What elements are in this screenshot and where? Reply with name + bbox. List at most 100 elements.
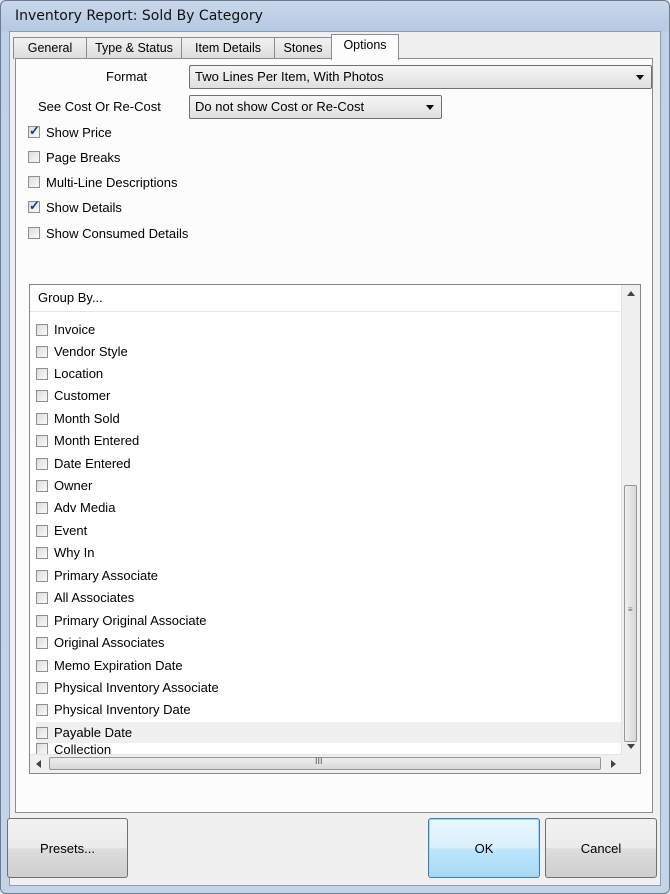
checkbox-icon[interactable] [36, 434, 48, 447]
group-by-list[interactable]: Group By... Invoice Vendor Style Locatio… [29, 284, 641, 774]
format-label: Format [106, 69, 148, 84]
checkbox-icon[interactable] [36, 524, 48, 537]
tab-item-details[interactable]: Item Details [181, 37, 275, 59]
show-consumed-details-label: Show Consumed Details [46, 225, 189, 241]
checkbox-checked-icon [28, 123, 40, 139]
list-item-all-associates[interactable]: All Associates [36, 587, 622, 608]
cancel-button[interactable]: Cancel [545, 818, 657, 878]
checkbox-icon[interactable] [36, 412, 48, 425]
list-item-physical-inventory-date[interactable]: Physical Inventory Date [36, 699, 622, 720]
list-item-owner[interactable]: Owner [36, 475, 622, 496]
checkbox-icon[interactable] [36, 681, 48, 694]
checkbox-icon[interactable] [36, 457, 48, 470]
list-item-date-entered[interactable]: Date Entered [36, 453, 622, 474]
checkbox-icon[interactable] [36, 501, 48, 514]
multi-line-descriptions-label: Multi-Line Descriptions [46, 174, 178, 190]
checkbox-icon[interactable] [36, 323, 48, 336]
list-item-adv-media[interactable]: Adv Media [36, 497, 622, 518]
checkbox-icon[interactable] [36, 569, 48, 582]
list-item-location[interactable]: Location [36, 363, 622, 384]
list-item-memo-expiration-date[interactable]: Memo Expiration Date [36, 655, 622, 676]
title-bar[interactable]: Inventory Report: Sold By Category [1, 1, 669, 31]
list-item-primary-original-associate[interactable]: Primary Original Associate [36, 610, 622, 631]
list-item-label: Month Entered [54, 433, 140, 448]
show-consumed-details-checkbox[interactable]: Show Consumed Details [28, 223, 188, 243]
list-item-label: Primary Original Associate [54, 613, 207, 628]
vertical-scroll-thumb[interactable]: ≡ [624, 485, 637, 742]
format-select[interactable]: Two Lines Per Item, With Photos [189, 65, 652, 89]
dialog-window: Inventory Report: Sold By Category Gener… [0, 0, 670, 894]
presets-button[interactable]: Presets... [7, 818, 128, 878]
list-item-label: Customer [54, 388, 111, 403]
checkbox-icon [28, 151, 40, 163]
checkbox-icon[interactable] [36, 345, 48, 358]
list-item-label: Physical Inventory Associate [54, 680, 219, 695]
page-breaks-checkbox[interactable]: Page Breaks [28, 147, 120, 167]
page-breaks-label: Page Breaks [46, 149, 121, 165]
chevron-down-icon [426, 105, 434, 110]
tab-options[interactable]: Options [331, 34, 399, 60]
list-item-vendor-style[interactable]: Vendor Style [36, 341, 622, 362]
show-details-checkbox[interactable]: Show Details [28, 197, 122, 217]
list-item-payable-date[interactable]: Payable Date [36, 722, 622, 743]
list-item-month-sold[interactable]: Month Sold [36, 408, 622, 429]
scroll-right-arrow-icon[interactable] [611, 760, 616, 768]
list-item-label: Payable Date [54, 725, 133, 740]
horizontal-scrollbar[interactable]: III [30, 754, 622, 773]
show-price-checkbox[interactable]: Show Price [28, 122, 112, 142]
list-item-label: Date Entered [54, 456, 131, 471]
list-item-label: Memo Expiration Date [54, 658, 183, 673]
scroll-up-arrow-icon[interactable] [627, 291, 635, 296]
list-item-collection[interactable]: Collection [36, 742, 622, 757]
checkbox-checked-icon [28, 198, 40, 214]
checkbox-icon[interactable] [36, 614, 48, 627]
tab-general[interactable]: General [13, 37, 87, 59]
list-item-invoice[interactable]: Invoice [36, 319, 622, 340]
tab-stones[interactable]: Stones [274, 37, 332, 59]
checkbox-icon[interactable] [36, 636, 48, 649]
list-item-why-in[interactable]: Why In [36, 542, 622, 563]
horizontal-scroll-thumb[interactable]: III [49, 756, 601, 770]
checkbox-icon[interactable] [36, 367, 48, 380]
cost-label: See Cost Or Re-Cost [38, 99, 161, 114]
checkbox-icon[interactable] [36, 389, 48, 402]
checkbox-icon[interactable] [36, 479, 48, 492]
scroll-down-arrow-icon[interactable] [627, 744, 635, 749]
scroll-left-arrow-icon[interactable] [36, 760, 41, 768]
list-item-label: Physical Inventory Date [54, 702, 191, 717]
format-select-value: Two Lines Per Item, With Photos [195, 69, 384, 84]
multi-line-descriptions-checkbox[interactable]: Multi-Line Descriptions [28, 172, 178, 192]
list-item-label: Month Sold [54, 411, 120, 426]
list-item-event[interactable]: Event [36, 520, 622, 541]
chevron-down-icon [636, 75, 644, 80]
show-price-label: Show Price [46, 124, 112, 140]
vertical-scrollbar[interactable]: ≡ [621, 285, 640, 755]
tab-type-status[interactable]: Type & Status [86, 37, 182, 59]
group-by-header: Group By... [30, 285, 620, 312]
checkbox-icon[interactable] [36, 726, 48, 739]
group-by-header-label: Group By... [38, 290, 103, 305]
checkbox-icon [28, 176, 40, 188]
list-item-label: Original Associates [54, 635, 165, 650]
list-item-label: All Associates [54, 590, 135, 605]
ok-button[interactable]: OK [428, 818, 540, 878]
list-item-original-associates[interactable]: Original Associates [36, 632, 622, 653]
list-item-customer[interactable]: Customer [36, 385, 622, 406]
checkbox-icon[interactable] [36, 703, 48, 716]
list-item-label: Adv Media [54, 500, 116, 515]
checkbox-icon[interactable] [36, 591, 48, 604]
checkbox-icon [28, 227, 40, 239]
checkbox-icon[interactable] [36, 659, 48, 672]
list-item-month-entered[interactable]: Month Entered [36, 430, 622, 451]
list-item-label: Why In [54, 545, 95, 560]
dialog-client: General Type & Status Item Details Stone… [7, 31, 661, 886]
cost-select[interactable]: Do not show Cost or Re-Cost [189, 95, 442, 119]
cost-select-value: Do not show Cost or Re-Cost [195, 99, 365, 114]
list-item-primary-associate[interactable]: Primary Associate [36, 565, 622, 586]
checkbox-icon[interactable] [36, 546, 48, 559]
list-item-label: Owner [54, 478, 93, 493]
list-item-label: Primary Associate [54, 568, 159, 583]
list-item-label: Vendor Style [54, 344, 128, 359]
list-item-physical-inventory-associate[interactable]: Physical Inventory Associate [36, 677, 622, 698]
window-title: Inventory Report: Sold By Category [15, 8, 263, 24]
